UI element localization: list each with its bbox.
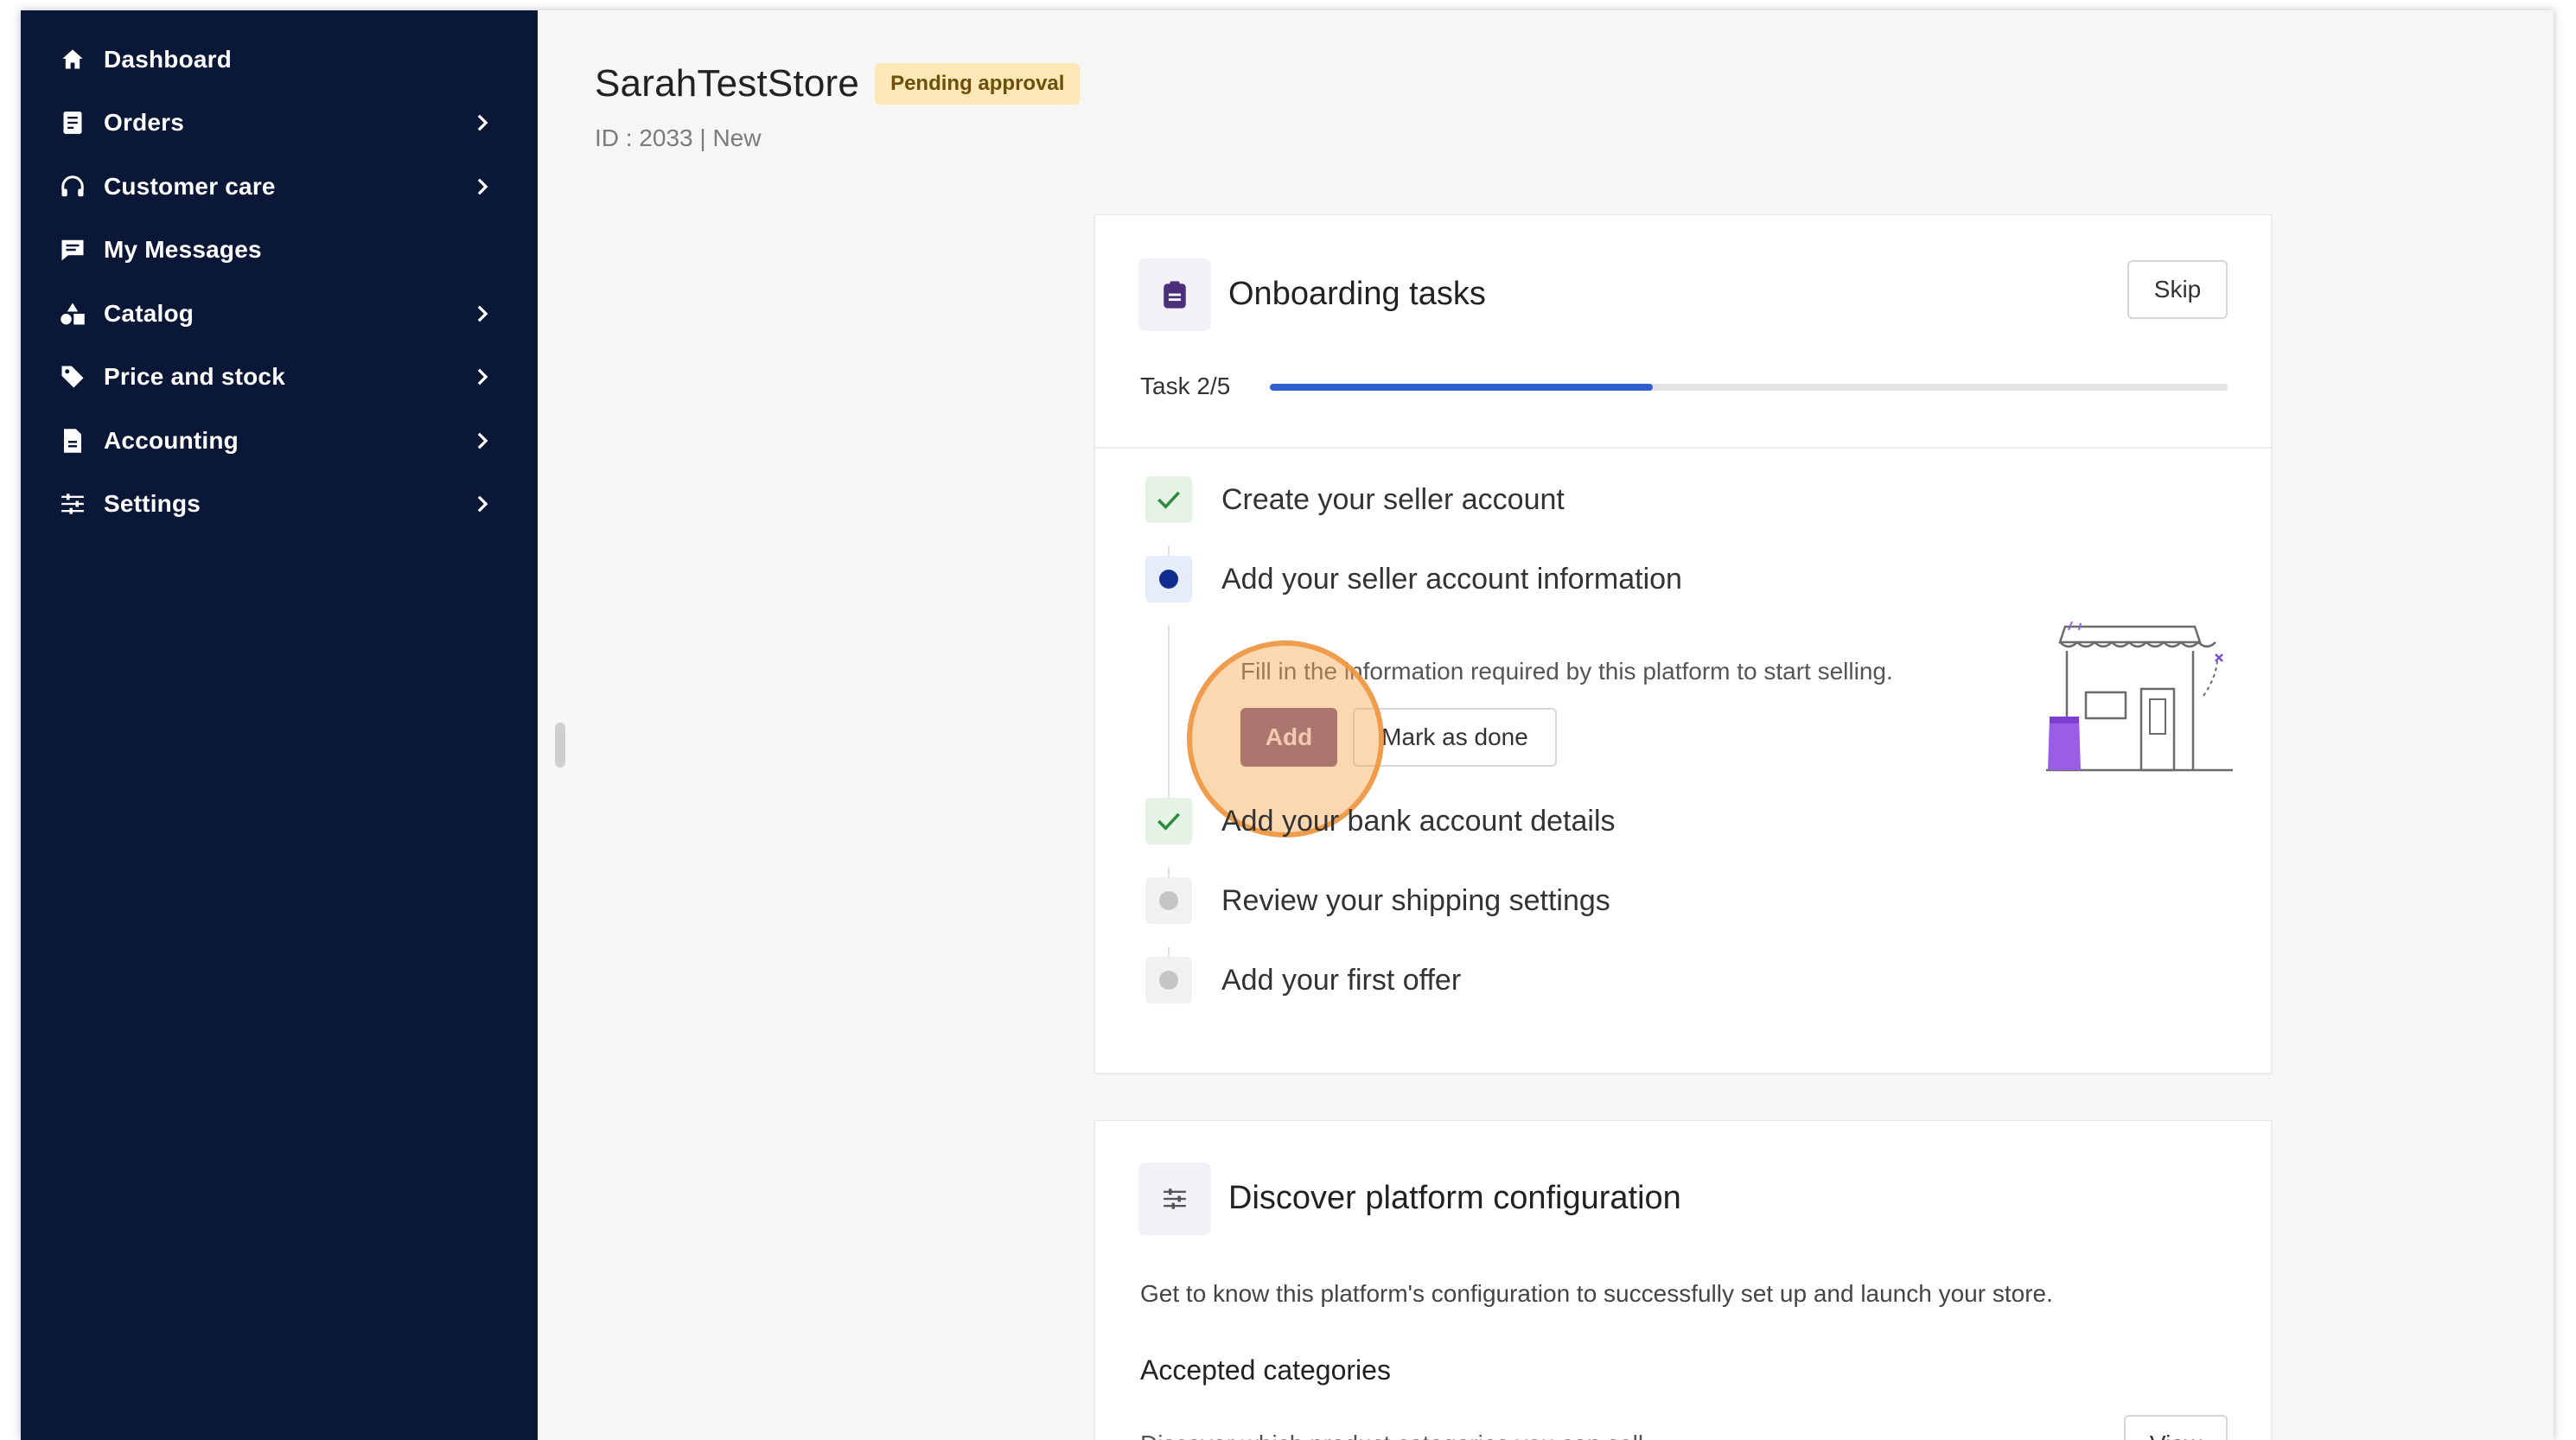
task-item[interactable]: Create your seller account <box>1145 476 1565 523</box>
skip-button[interactable]: Skip <box>2127 260 2228 319</box>
task-item-active[interactable]: Add your seller account information <box>1145 556 1682 602</box>
sidebar-item-orders[interactable]: Orders <box>21 92 538 156</box>
app-window: Dashboard Orders Customer care My Messag… <box>21 10 2554 1440</box>
sidebar-item-catalog[interactable]: Catalog <box>21 282 538 346</box>
store-meta: ID : 2033 | New <box>595 124 762 151</box>
sidebar-item-my-messages[interactable]: My Messages <box>21 219 538 283</box>
task-label: Add your seller account information <box>1221 562 1682 596</box>
pending-step-icon <box>1145 877 1192 924</box>
store-header: SarahTestStore Pending approval ID : 203… <box>595 62 1081 152</box>
task-counter: Task 2/5 <box>1140 373 1231 399</box>
add-button[interactable]: Add <box>1240 708 1337 767</box>
sidebar-item-price-and-stock[interactable]: Price and stock <box>21 346 538 410</box>
task-connector <box>1168 625 1170 798</box>
tag-icon <box>59 363 86 391</box>
sidebar: Dashboard Orders Customer care My Messag… <box>21 10 538 1440</box>
status-badge: Pending approval <box>875 63 1081 105</box>
shapes-icon <box>59 300 86 328</box>
checkmark-icon <box>1145 476 1192 523</box>
message-icon <box>59 236 86 264</box>
sidebar-item-accounting[interactable]: Accounting <box>21 409 538 473</box>
current-step-icon <box>1145 556 1192 602</box>
discover-configuration-card: Discover platform configuration Get to k… <box>1094 1120 2272 1440</box>
task-description: Fill in the information required by this… <box>1240 658 1893 685</box>
chevron-right-icon <box>472 176 493 197</box>
store-name: SarahTestStore <box>595 62 860 105</box>
sidebar-item-dashboard[interactable]: Dashboard <box>21 28 538 92</box>
sidebar-item-label: Accounting <box>104 426 239 454</box>
task-label: Review your shipping settings <box>1221 883 1610 917</box>
sidebar-item-label: Dashboard <box>104 45 233 73</box>
onboarding-title: Onboarding tasks <box>1228 276 1486 312</box>
chevron-right-icon <box>472 112 493 133</box>
onboarding-card: Onboarding tasks Skip Task 2/5 Create yo… <box>1094 214 2272 1074</box>
sliders-icon <box>1138 1163 1211 1235</box>
document-icon <box>59 427 86 455</box>
sidebar-resize-handle[interactable] <box>555 723 565 768</box>
task-label: Create your seller account <box>1221 482 1565 516</box>
sidebar-nav: Dashboard Orders Customer care My Messag… <box>21 10 538 536</box>
sidebar-item-label: My Messages <box>104 236 262 264</box>
task-item[interactable]: Review your shipping settings <box>1145 877 1610 924</box>
discover-description: Get to know this platform's configuratio… <box>1140 1280 2053 1307</box>
task-label: Add your bank account details <box>1221 804 1616 838</box>
home-icon <box>59 46 86 73</box>
divider <box>1095 447 2271 449</box>
headset-icon <box>59 173 86 201</box>
task-item[interactable]: Add your first offer <box>1145 957 1461 1004</box>
progress-bar <box>1270 384 2228 391</box>
chevron-right-icon <box>472 366 493 387</box>
mark-as-done-button[interactable]: Mark as done <box>1353 708 1557 767</box>
storefront-illustration <box>2046 621 2233 772</box>
progress-bar-fill <box>1270 384 1654 391</box>
sidebar-item-label: Customer care <box>104 172 276 200</box>
store-title-row: SarahTestStore Pending approval <box>595 62 1081 105</box>
task-label: Add your first offer <box>1221 963 1462 997</box>
orders-icon <box>59 109 86 137</box>
task-item[interactable]: Add your bank account details <box>1145 798 1616 844</box>
sidebar-item-label: Orders <box>104 109 185 137</box>
checkmark-icon <box>1145 798 1192 844</box>
accepted-categories-description: Discover which product categories you ca… <box>1140 1430 1643 1440</box>
discover-title: Discover platform configuration <box>1228 1180 1681 1216</box>
chevron-right-icon <box>472 494 493 514</box>
sidebar-item-label: Price and stock <box>104 363 285 391</box>
accepted-categories-heading: Accepted categories <box>1140 1354 1391 1386</box>
sidebar-item-label: Catalog <box>104 299 194 327</box>
chevron-right-icon <box>472 430 493 451</box>
view-button[interactable]: View <box>2124 1415 2228 1440</box>
chevron-right-icon <box>472 303 493 324</box>
pending-step-icon <box>1145 957 1192 1004</box>
sidebar-item-customer-care[interactable]: Customer care <box>21 155 538 219</box>
clipboard-icon <box>1138 258 1211 331</box>
sidebar-item-settings[interactable]: Settings <box>21 473 538 537</box>
sidebar-item-label: Settings <box>104 490 201 518</box>
sliders-icon <box>59 490 86 518</box>
